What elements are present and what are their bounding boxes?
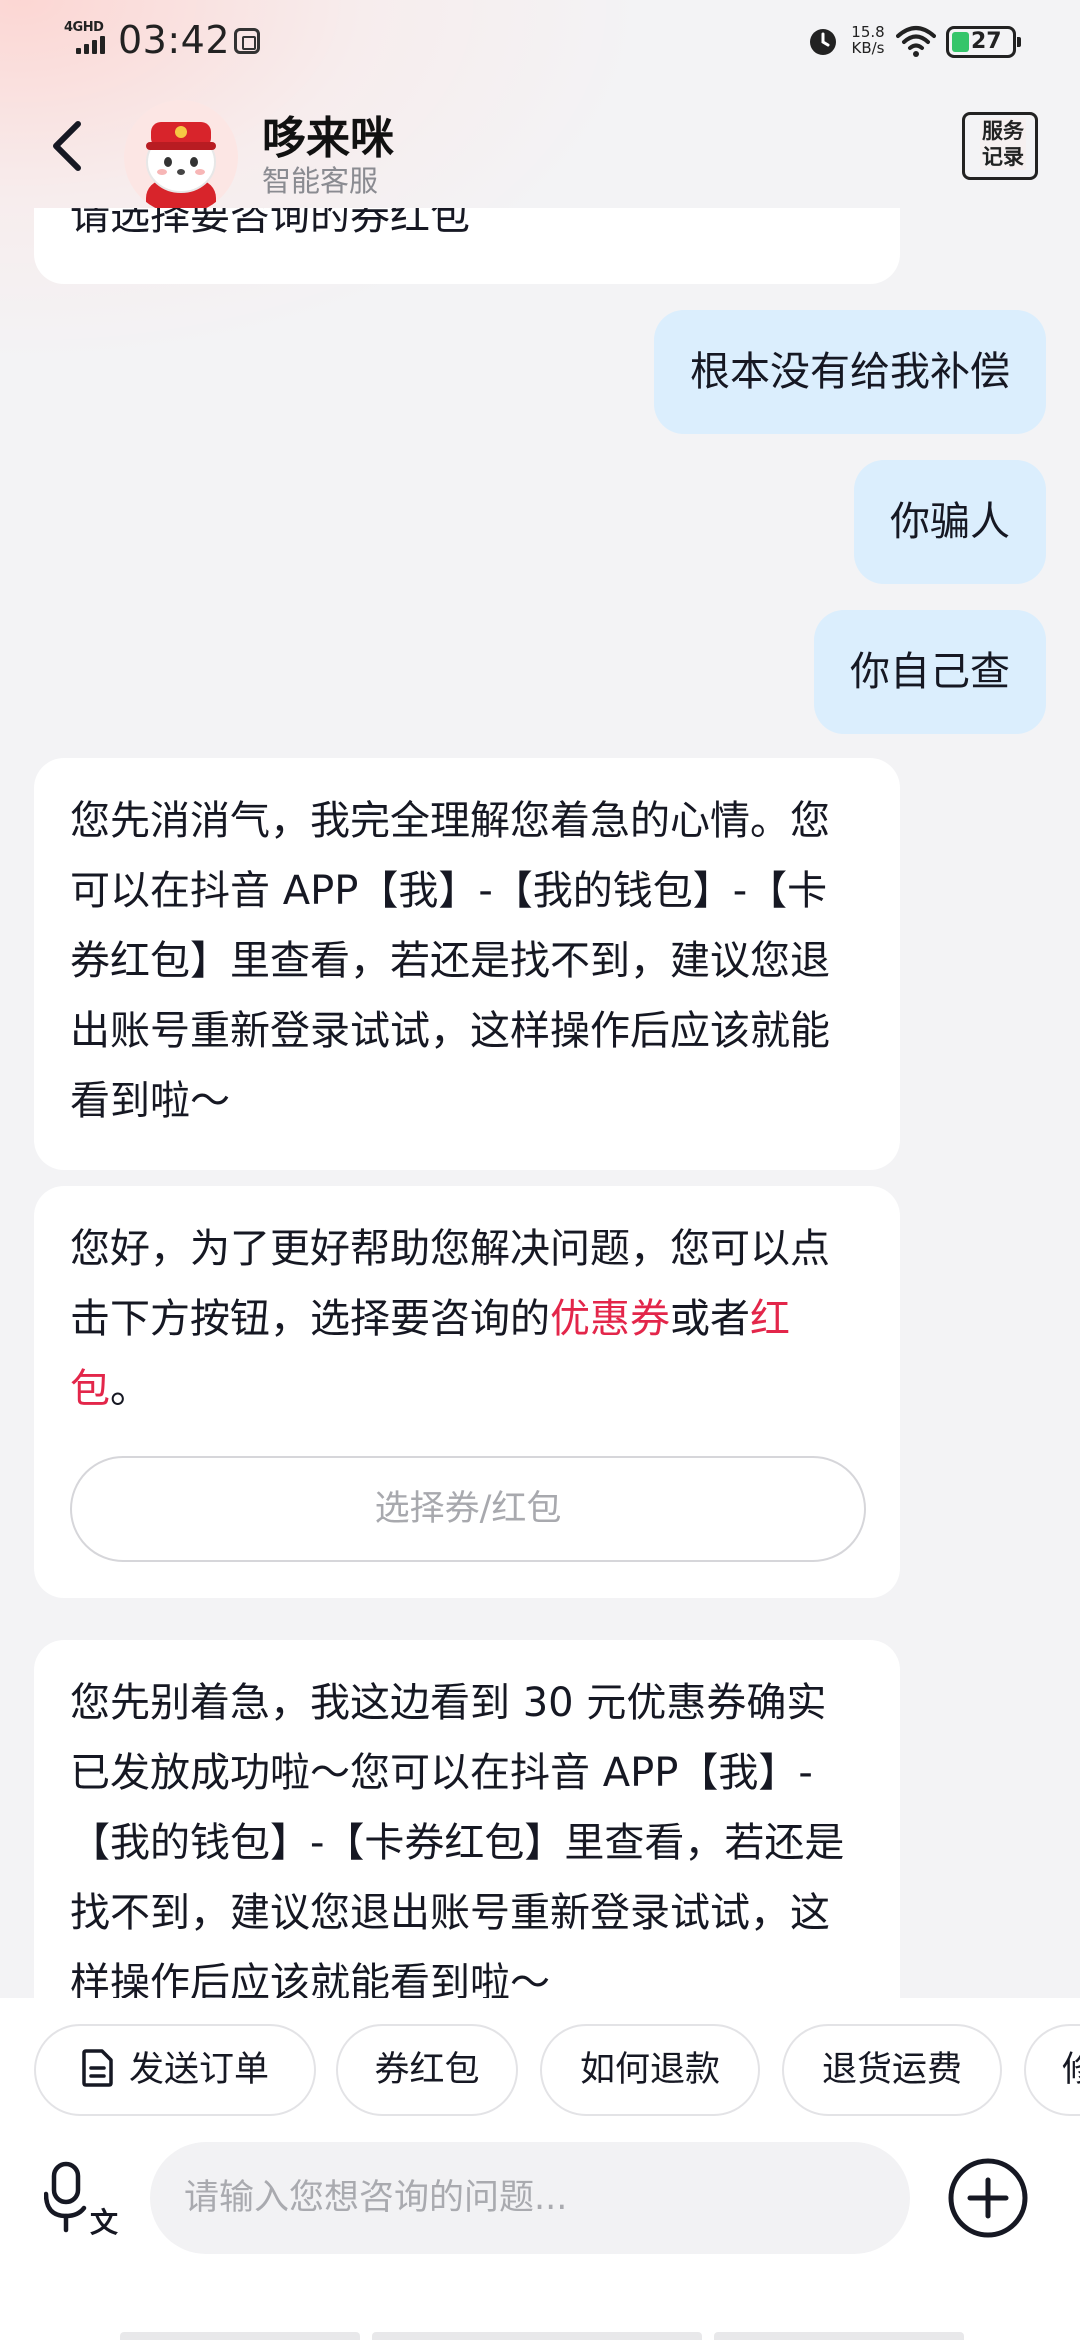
- network-indicator: 4GHD: [62, 20, 114, 60]
- bot-message-cutoff: 请选择要咨询的券红包: [34, 208, 900, 284]
- network-speed-unit: KB/s: [851, 39, 885, 57]
- bot-message: 您先别着急，我这边看到 30 元优惠券确实已发放成功啦～您可以在抖音 APP【我…: [34, 1640, 900, 1998]
- agent-role: 智能客服: [262, 164, 379, 198]
- voice-to-text-icon[interactable]: 文: [44, 2160, 120, 2236]
- clock: 03:42: [118, 18, 231, 62]
- chat-screen: 4GHD 03:42 15.8 KB/s 27 哆来咪 智能客服 服务 记录 请…: [0, 0, 1080, 2340]
- user-message: 你自己查: [814, 610, 1046, 734]
- send-order-chip[interactable]: 发送订单: [34, 2024, 316, 2116]
- svg-text:文: 文: [90, 2206, 118, 2236]
- cutoff-text: 请选择要咨询的券红包: [70, 208, 470, 239]
- bot-message-text: 您先别着急，我这边看到 30 元优惠券确实已发放成功啦～您可以在抖音 APP【我…: [70, 1680, 845, 1998]
- signal-icon: [76, 36, 105, 54]
- composer: 发送订单 券红包 如何退款 退货运费 修 文: [0, 1998, 1080, 2340]
- battery-fill: [952, 32, 969, 52]
- more-chip[interactable]: 修: [1024, 2024, 1080, 2116]
- wifi-icon: [896, 26, 936, 57]
- network-speed-value: 15.8: [851, 23, 885, 41]
- battery-indicator: 27: [946, 26, 1021, 58]
- service-records-button[interactable]: 服务 记录: [962, 112, 1038, 180]
- message-list[interactable]: 请选择要咨询的券红包 根本没有给我补偿 你骗人 你自己查 您先消消气，我完全理解…: [0, 208, 1080, 1998]
- agent-avatar[interactable]: [124, 100, 238, 214]
- bot-message-text: 您先消消气，我完全理解您着急的心情。您可以在抖音 APP【我】-【我的钱包】-【…: [70, 798, 830, 1124]
- input-row: 文: [0, 2136, 1080, 2256]
- bot-message-text: 您好，为了更好帮助您解决问题，您可以点击下方按钮，选择要咨询的优惠券或者红包。: [70, 1226, 830, 1412]
- service-records-label: 服务 记录: [980, 118, 1026, 170]
- mascot-image: [124, 100, 238, 214]
- select-coupon-button[interactable]: 选择券/红包: [70, 1456, 866, 1562]
- bot-message-with-action: 您好，为了更好帮助您解决问题，您可以点击下方按钮，选择要咨询的优惠券或者红包。 …: [34, 1186, 900, 1598]
- return-shipping-chip[interactable]: 退货运费: [782, 2024, 1002, 2116]
- back-button[interactable]: [40, 114, 100, 178]
- user-message: 根本没有给我补偿: [654, 310, 1046, 434]
- alarm-icon: [810, 29, 836, 55]
- user-message: 你骗人: [854, 460, 1046, 584]
- plus-circle-icon[interactable]: [946, 2156, 1030, 2240]
- bot-message: 您先消消气，我完全理解您着急的心情。您可以在抖音 APP【我】-【我的钱包】-【…: [34, 758, 900, 1170]
- coupon-link[interactable]: 优惠券: [550, 1296, 670, 1342]
- status-bar: 4GHD 03:42 15.8 KB/s 27: [0, 0, 1080, 84]
- network-type: 4GHD: [64, 20, 104, 35]
- bottom-navigation-hint: [0, 2326, 1080, 2340]
- agent-name: 哆来咪: [262, 113, 394, 164]
- message-input[interactable]: [150, 2142, 910, 2254]
- coupon-chip[interactable]: 券红包: [336, 2024, 518, 2116]
- app-notification-icon: [234, 28, 260, 54]
- network-speed: 15.8 KB/s: [846, 24, 890, 56]
- chat-header: 哆来咪 智能客服 服务 记录: [0, 84, 1080, 214]
- quick-actions: 发送订单 券红包 如何退款 退货运费 修: [0, 2024, 1080, 2120]
- refund-chip[interactable]: 如何退款: [540, 2024, 760, 2116]
- document-icon: [82, 2049, 113, 2087]
- battery-level: 27: [971, 29, 1002, 54]
